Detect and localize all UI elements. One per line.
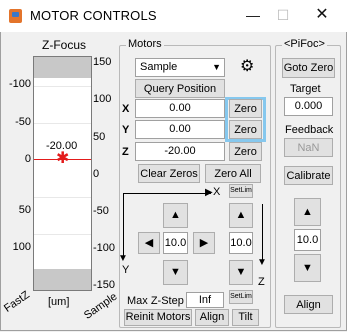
z-axis-arrowhead: ▼: [257, 257, 267, 268]
x-axis-label: X: [213, 186, 221, 198]
app-icon: [9, 9, 22, 23]
move-y-up-button[interactable]: ▲: [163, 203, 188, 228]
target-label: Target: [290, 83, 321, 95]
feedback-label: Feedback: [285, 124, 334, 136]
motor-select[interactable]: Sample ▼: [135, 58, 225, 77]
pifoc-step-field[interactable]: 10.0: [294, 229, 321, 251]
maximize-button[interactable]: ☐: [269, 4, 297, 26]
scale-grid-line: [34, 86, 91, 87]
right-tick: 150: [93, 56, 112, 68]
right-tick: 50: [93, 131, 106, 143]
pifoc-up-button[interactable]: ▲: [294, 198, 321, 226]
arrow-down-icon: ▼: [302, 262, 313, 274]
y-axis-label: Y: [122, 264, 130, 276]
zero-all-button[interactable]: Zero All: [205, 164, 261, 183]
motor-select-value: Sample: [140, 61, 178, 73]
unit-label: [um]: [48, 296, 70, 308]
left-tick: 100: [12, 241, 31, 253]
arrow-down-icon: ▼: [170, 266, 181, 278]
setlim-bottom-button[interactable]: SetLim: [229, 290, 253, 304]
setlim-top-button[interactable]: SetLim: [229, 184, 253, 198]
axis-y-label: Y: [122, 124, 130, 136]
close-button[interactable]: ✕: [308, 4, 336, 26]
y-axis-line: [123, 193, 124, 258]
query-position-button[interactable]: Query Position: [135, 79, 225, 98]
move-y-down-button[interactable]: ▼: [163, 260, 188, 285]
scale-top-band: [34, 57, 91, 78]
tilt-button[interactable]: Tilt: [232, 309, 259, 326]
feedback-field: NaN: [284, 138, 333, 157]
scale-grid-line: [34, 123, 91, 124]
move-z-down-button[interactable]: ▼: [229, 260, 253, 285]
right-tick: 100: [93, 93, 112, 105]
pifoc-panel-title: <PiFoc>: [282, 38, 327, 50]
align-motors-button[interactable]: Align: [195, 309, 229, 326]
position-marker[interactable]: ✱: [56, 151, 69, 167]
z-axis-line: [262, 204, 263, 262]
zero-y-button[interactable]: Zero: [229, 120, 262, 139]
axis-z-field[interactable]: -20.00: [135, 142, 225, 161]
right-tick: 0: [93, 168, 100, 180]
arrow-up-icon: ▲: [170, 209, 181, 221]
left-tick: -100: [8, 78, 31, 90]
zero-z-button[interactable]: Zero: [229, 142, 262, 161]
x-axis-line: [123, 193, 211, 194]
scale-bottom-band: [34, 269, 91, 290]
pifoc-down-button[interactable]: ▼: [294, 254, 321, 282]
clear-zeros-button[interactable]: Clear Zeros: [138, 164, 200, 183]
left-tick: -50: [15, 116, 31, 128]
z-step-field[interactable]: 10.0: [229, 232, 253, 254]
zfocus-scale[interactable]: ✱ -20.00: [33, 56, 92, 291]
arrow-down-icon: ▼: [235, 266, 247, 278]
minimize-button[interactable]: —: [239, 4, 267, 26]
gear-icon[interactable]: ⚙: [240, 56, 254, 76]
move-x-left-button[interactable]: ◀: [138, 232, 160, 254]
max-zstep-field[interactable]: Inf: [186, 292, 224, 308]
motors-panel-title: Motors: [126, 38, 164, 50]
axis-y-field[interactable]: 0.00: [135, 120, 225, 139]
pifoc-align-button[interactable]: Align: [284, 295, 333, 314]
zero-x-button[interactable]: Zero: [229, 99, 262, 118]
z-axis-label: Z: [258, 276, 265, 288]
reinit-motors-button[interactable]: Reinit Motors: [124, 309, 192, 326]
right-tick: -150: [93, 279, 116, 291]
y-axis-arrowhead: ▼: [118, 253, 128, 264]
position-value-label: -20.00: [46, 140, 78, 152]
axis-z-label: Z: [122, 146, 129, 158]
x-axis-arrowhead: ▶: [205, 187, 213, 198]
arrow-up-icon: ▲: [302, 206, 313, 218]
max-zstep-label: Max Z-Step: [127, 295, 184, 307]
axis-x-label: X: [122, 103, 130, 115]
window-title: MOTOR CONTROLS: [30, 8, 157, 23]
chevron-down-icon: ▼: [212, 62, 221, 72]
target-field[interactable]: 0.000: [284, 97, 333, 116]
goto-zero-button[interactable]: Goto Zero: [282, 58, 335, 78]
move-x-right-button[interactable]: ▶: [193, 232, 215, 254]
left-tick: 0: [24, 153, 31, 165]
arrow-right-icon: ▶: [199, 237, 209, 249]
right-tick: -50: [93, 205, 109, 217]
scale-grid-line: [34, 234, 91, 235]
zfocus-title: Z-Focus: [42, 38, 87, 52]
move-z-up-button[interactable]: ▲: [229, 203, 253, 228]
scale-grid-line: [34, 197, 91, 198]
calibrate-button[interactable]: Calibrate: [284, 166, 333, 185]
left-tick: 50: [18, 204, 31, 216]
right-tick: -100: [93, 242, 116, 254]
arrow-left-icon: ◀: [144, 237, 154, 249]
axis-x-field[interactable]: 0.00: [135, 99, 225, 118]
arrow-up-icon: ▲: [235, 209, 247, 221]
xy-step-field[interactable]: 10.0: [163, 232, 188, 254]
